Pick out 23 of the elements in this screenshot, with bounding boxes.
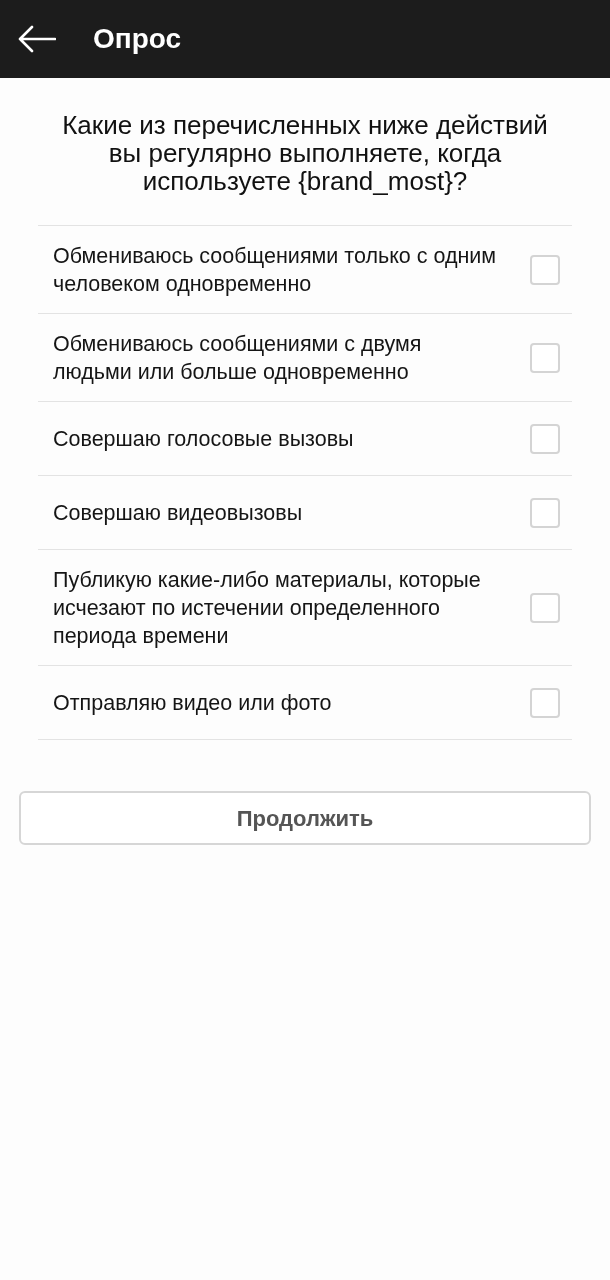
option-row[interactable]: Совершаю видеовызовы <box>38 476 572 550</box>
continue-button[interactable]: Продолжить <box>19 791 591 845</box>
option-label: Обмениваюсь сообщениями только с одним человеком одновременно <box>53 243 498 298</box>
checkbox[interactable] <box>530 424 560 454</box>
option-label: Отправляю видео или фото <box>53 690 333 717</box>
option-row[interactable]: Отправляю видео или фото <box>38 666 572 740</box>
screen-title: Опрос <box>93 25 182 53</box>
checkbox[interactable] <box>530 593 560 623</box>
checkbox[interactable] <box>530 343 560 373</box>
option-row[interactable]: Совершаю голосовые вызовы <box>38 402 572 476</box>
option-label: Совершаю голосовые вызовы <box>53 426 355 453</box>
checkbox[interactable] <box>530 688 560 718</box>
option-label: Публикую какие-либо материалы, которые исчезают по истечении определенного периода времени <box>53 567 482 650</box>
checkbox[interactable] <box>530 255 560 285</box>
option-label: Обмениваюсь сообщениями с двумя людьми или больше одновременно <box>53 331 423 386</box>
option-label: Совершаю видеовызовы <box>53 500 304 527</box>
back-button[interactable] <box>17 24 57 54</box>
option-row[interactable]: Публикую какие-либо материалы, которые исчезают по истечении определенного периода времени <box>38 550 572 666</box>
option-row[interactable]: Обмениваюсь сообщениями только с одним человеком одновременно <box>38 226 572 314</box>
option-row[interactable]: Обмениваюсь сообщениями с двумя людьми или больше одновременно <box>38 314 572 402</box>
checkbox[interactable] <box>530 498 560 528</box>
question-text: Какие из перечисленных ниже действий вы регулярно выполняете, когда используете {brand_most}? <box>61 111 549 195</box>
back-arrow-icon <box>18 25 56 53</box>
